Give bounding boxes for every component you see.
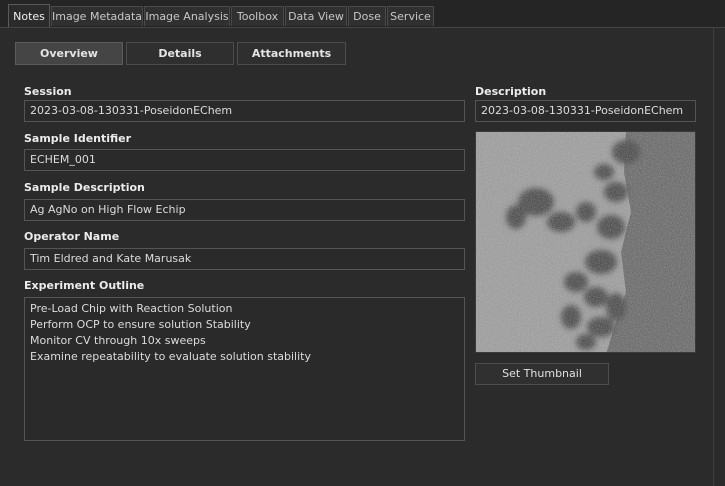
sample-identifier-field[interactable]: ECHEM_001 (24, 149, 465, 171)
experiment-outline-label: Experiment Outline (24, 279, 145, 292)
outline-line: Pre-Load Chip with Reaction Solution (30, 302, 233, 315)
tab-data-view[interactable]: Data View (285, 6, 347, 26)
operator-name-field[interactable]: Tim Eldred and Kate Marusak (24, 248, 465, 270)
microscopy-thumbnail-graphic (476, 132, 695, 352)
sample-description-field[interactable]: Ag AgNo on High Flow Echip (24, 199, 465, 221)
tab-divider (0, 27, 725, 28)
tab-dose[interactable]: Dose (348, 6, 386, 26)
description-label: Description (475, 85, 547, 98)
session-label: Session (24, 85, 72, 98)
sample-description-label: Sample Description (24, 181, 145, 194)
tab-toolbox[interactable]: Toolbox (231, 6, 284, 26)
outline-line: Perform OCP to ensure solution Stability (30, 318, 251, 331)
thumbnail-image (475, 131, 696, 353)
panel-right-border (713, 28, 714, 486)
outline-line: Monitor CV through 10x sweeps (30, 334, 206, 347)
tab-image-metadata[interactable]: Image Metadata (51, 6, 143, 26)
description-field[interactable]: 2023-03-08-130331-PoseidonEChem (475, 100, 696, 122)
experiment-outline-textarea[interactable]: Pre-Load Chip with Reaction Solution Per… (24, 297, 465, 441)
set-thumbnail-button[interactable]: Set Thumbnail (475, 363, 609, 385)
operator-name-label: Operator Name (24, 230, 120, 243)
outline-line: Examine repeatability to evaluate soluti… (30, 350, 311, 363)
subtab-attachments[interactable]: Attachments (237, 42, 346, 65)
subtab-details[interactable]: Details (126, 42, 234, 65)
tab-service[interactable]: Service (387, 6, 434, 26)
tab-image-analysis[interactable]: Image Analysis (144, 6, 230, 26)
subtab-overview[interactable]: Overview (15, 42, 123, 65)
tab-notes[interactable]: Notes (8, 4, 50, 28)
session-field[interactable]: 2023-03-08-130331-PoseidonEChem (24, 100, 465, 122)
sample-identifier-label: Sample Identifier (24, 132, 132, 145)
main-tab-bar: Notes Image Metadata Image Analysis Tool… (0, 0, 725, 28)
